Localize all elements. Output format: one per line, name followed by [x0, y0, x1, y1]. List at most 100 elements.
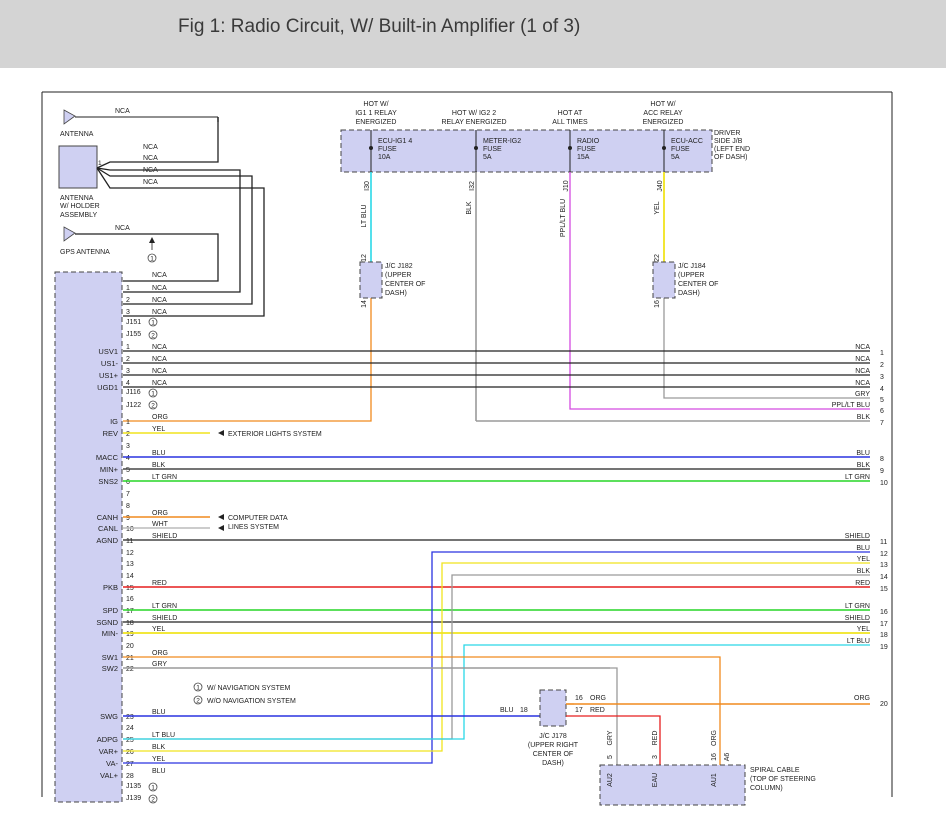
jc-j178-box — [539, 689, 567, 727]
label: OF DASH) — [714, 154, 747, 161]
wire-color-label: YEL — [654, 201, 661, 214]
label: DRIVER — [714, 130, 740, 137]
pin-number: 13 — [126, 561, 134, 568]
pin-number: 23 — [126, 714, 134, 721]
radio-pin-label: MACC — [96, 453, 119, 462]
jc-pin: 17 — [575, 707, 583, 714]
arrow-label: EXTERIOR LIGHTS SYSTEM — [228, 431, 322, 438]
jc-pin: 12 — [361, 254, 368, 262]
wire-color-label: ORG — [152, 650, 168, 657]
legend-item: W/O NAVIGATION SYSTEM — [207, 698, 296, 705]
label: NCA — [115, 108, 130, 115]
label: AU1 — [711, 773, 718, 787]
label: NCA — [143, 144, 158, 151]
fuse-label: FUSE — [671, 146, 690, 153]
pin-number: 28 — [126, 773, 134, 780]
jc-pin: 18 — [520, 707, 528, 714]
fuse-name: RADIO — [577, 138, 600, 145]
pin-number: 26 — [126, 749, 134, 756]
wire-color-label: NCA — [855, 380, 870, 387]
note-marker-number: 1 — [151, 785, 155, 792]
fuse-name: ECU-ACC — [671, 138, 703, 145]
jc-j182-label: DASH) — [385, 290, 407, 297]
wiring-diagram: HOT W/IG1 1 RELAYENERGIZEDHOT W/ IG2 2RE… — [41, 91, 893, 806]
fuse-pin: J40 — [657, 180, 664, 191]
jc-pin: 14 — [361, 300, 368, 308]
wire-color-label: LT GRN — [845, 603, 870, 610]
wire-color-label: BLK — [857, 568, 871, 575]
label: W/ HOLDER — [60, 203, 100, 210]
label: HOT W/ — [363, 101, 388, 108]
wire-color-label: BLU — [856, 545, 870, 552]
fuse-rating: 5A — [483, 154, 492, 161]
legend-item: W/ NAVIGATION SYSTEM — [207, 685, 291, 692]
wire-color-label: NCA — [152, 380, 167, 387]
pin-number: 20 — [126, 643, 134, 650]
radio-pin-label: US1+ — [99, 371, 119, 380]
wire-color-label: GRY — [607, 730, 614, 745]
label: ALL TIMES — [552, 119, 588, 126]
radio-pin-label: SW2 — [102, 664, 118, 673]
wire-color-label: NCA — [152, 344, 167, 351]
wire-color-label: BLK — [152, 462, 166, 469]
label: ORG — [854, 695, 870, 702]
wire-color-label: LT GRN — [152, 603, 177, 610]
antenna-holder-assembly — [58, 145, 98, 189]
jc-j184-label: DASH) — [678, 290, 700, 297]
radio-pin-label: VAL+ — [100, 771, 119, 780]
fuse-label: FUSE — [483, 146, 502, 153]
label: RELAY ENERGIZED — [441, 119, 506, 126]
pin-number: 2 — [126, 297, 130, 304]
circuit-number: 18 — [880, 632, 888, 639]
label: LINES SYSTEM — [228, 524, 279, 531]
radio-pin-label: REV — [103, 429, 118, 438]
label: BLK — [857, 414, 871, 421]
jc-j178-label: CENTER OF — [533, 751, 573, 758]
wire-color-label: NCA — [152, 368, 167, 375]
wire-color-label: ORG — [152, 414, 168, 421]
fuse-label: FUSE — [378, 146, 397, 153]
spiral-cable-box — [599, 764, 746, 806]
pin-number: 21 — [126, 655, 134, 662]
jc-j182-label: (UPPER — [385, 272, 411, 279]
label: NCA — [143, 155, 158, 162]
wire-color-label: BLU — [152, 709, 166, 716]
label: NCA — [152, 272, 167, 279]
label: HOT W/ IG2 2 — [452, 110, 496, 117]
wire-color-label: BLK — [857, 462, 871, 469]
ltblu-19-wire — [123, 644, 870, 740]
jc-j182-label: CENTER OF — [385, 281, 425, 288]
wire-color-label: BLU — [856, 450, 870, 457]
connector-id: J151 — [126, 319, 141, 326]
wire-color-label: SHIELD — [845, 533, 870, 540]
note-marker-number: 1 — [196, 685, 200, 692]
circuit-number: 6 — [880, 408, 884, 415]
label: ASSEMBLY — [60, 212, 98, 219]
radio-pin-label: MIN- — [102, 629, 119, 638]
wire-color-label: RED — [590, 707, 605, 714]
label: NCA — [143, 179, 158, 186]
note-marker-number: 2 — [151, 333, 155, 340]
arrow-exterior-lights — [218, 430, 224, 436]
fuse-icon — [568, 146, 572, 150]
pin-number: 6 — [126, 479, 130, 486]
note-marker-number: 1 — [151, 391, 155, 398]
fuse-label: FUSE — [577, 146, 596, 153]
wire-color-label: GRY — [152, 661, 167, 668]
pin-number: 2 — [126, 431, 130, 438]
pin-number: 1 — [126, 344, 130, 351]
circuit-number: 8 — [880, 456, 884, 463]
pin-number: 27 — [126, 761, 134, 768]
circuit-number: 2 — [880, 362, 884, 369]
jc-j184-label: (UPPER — [678, 272, 704, 279]
org-sw1-wire — [123, 656, 721, 765]
circuit-number: 3 — [880, 374, 884, 381]
jc-j182-box — [359, 261, 383, 299]
label: ENERGIZED — [643, 119, 684, 126]
circuit-number: 20 — [880, 701, 888, 708]
wire-color-label: SHIELD — [152, 615, 177, 622]
wire-color-label: BLK — [466, 201, 473, 215]
label: NCA — [152, 309, 167, 316]
radio-pin-label: ADPG — [97, 735, 118, 744]
ppl-feed — [569, 172, 870, 410]
